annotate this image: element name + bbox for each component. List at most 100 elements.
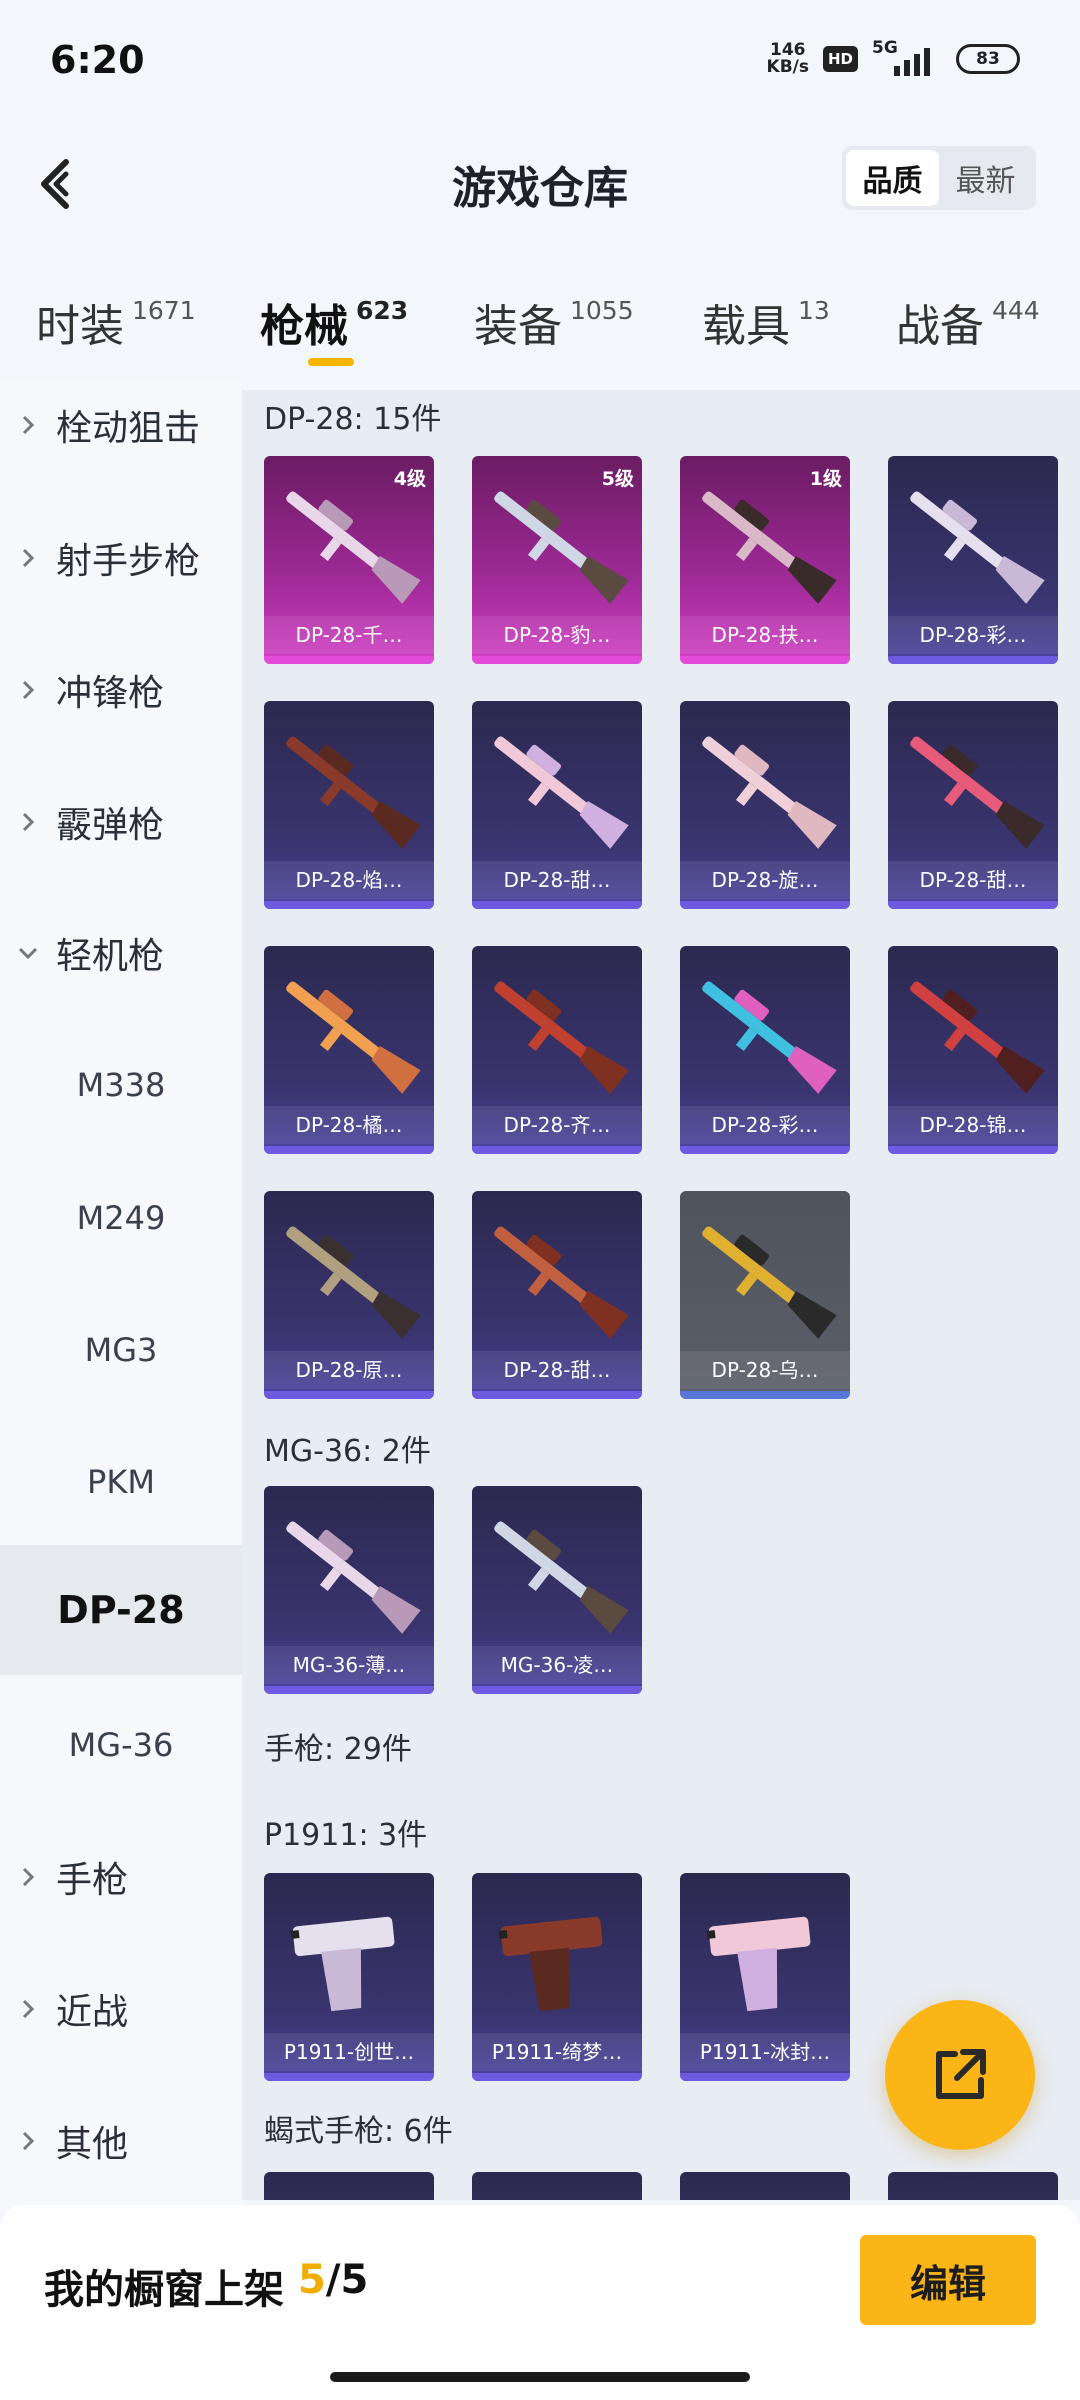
rarity-bar [680,901,850,909]
tab-vehicles[interactable]: 载具 13 [702,290,830,354]
rarity-bar [264,2073,434,2081]
sidebar-item-pistol[interactable]: 手枪 [0,1812,242,1942]
sort-latest-button[interactable]: 最新 [939,150,1032,206]
sidebar-subitem-label: M249 [76,1199,166,1237]
rarity-bar [472,1146,642,1154]
sidebar-item-label: 射手步枪 [56,541,201,582]
item-card[interactable]: 5级 DP-28-豹… [472,456,642,664]
item-card[interactable]: DP-28-齐… [472,946,642,1154]
tab-guns[interactable]: 枪械 623 [260,290,409,366]
sidebar-subitem-label: PKM [87,1463,155,1501]
sidebar-subitem-dp28[interactable]: DP-28 [0,1545,242,1675]
chevron-right-icon [0,2129,56,2153]
sidebar-item-bolt-sniper[interactable]: 栓动狙击 [0,360,242,490]
sidebar-item-lmg[interactable]: 轻机枪 [0,888,242,1018]
rarity-bar [888,656,1058,664]
tab-active-indicator [308,358,354,366]
weapon-image [702,491,837,604]
item-name: DP-28-扶… [680,616,850,654]
sidebar-item-shotgun[interactable]: 霰弹枪 [0,757,242,887]
item-name: DP-28-橘… [264,1106,434,1144]
item-name: DP-28-焰… [264,861,434,899]
sidebar-item-label: 冲锋枪 [56,673,165,714]
sidebar-item-label: 手枪 [56,1860,129,1901]
sidebar-subitem-mg3[interactable]: MG3 [0,1285,242,1415]
item-card[interactable]: DP-28-旋… [680,701,850,909]
item-name: DP-28-旋… [680,861,850,899]
rarity-bar [472,1391,642,1399]
item-name: DP-28-甜… [472,1351,642,1389]
item-card[interactable]: DP-28-彩… [680,946,850,1154]
item-name: DP-28-甜… [888,861,1058,899]
item-card[interactable]: DP-28-甜… [472,701,642,909]
item-card[interactable]: DP-28-乌… [680,1191,850,1399]
weapon-image [286,736,421,849]
tab-count: 1671 [132,296,196,325]
sidebar-subitem-pkm[interactable]: PKM [0,1417,242,1547]
item-card-partial[interactable] [264,2172,434,2200]
category-sidebar: 栓动狙击 射手步枪 冲锋枪 霰弹枪 轻机枪 M338 M249 MG3 PKM … [0,380,242,2210]
weapon-image [290,1916,395,2012]
item-card-partial[interactable] [680,2172,850,2200]
weapon-image [494,1521,629,1634]
tab-count: 623 [356,296,409,325]
weapon-image [286,491,421,604]
sidebar-subitem-m249[interactable]: M249 [0,1153,242,1283]
item-card[interactable]: DP-28-彩… [888,456,1058,664]
edit-button[interactable]: 编辑 [860,2235,1036,2325]
item-card[interactable]: DP-28-甜… [472,1191,642,1399]
tab-count: 1055 [570,296,634,325]
sidebar-item-marksman[interactable]: 射手步枪 [0,493,242,623]
item-card[interactable]: DP-28-橘… [264,946,434,1154]
item-card[interactable]: MG-36-薄… [264,1486,434,1694]
tab-gear[interactable]: 战备 444 [896,290,1040,354]
rarity-bar [680,656,850,664]
item-card[interactable]: DP-28-锦… [888,946,1058,1154]
status-bar: 6:20 146 KB/s HD 5G 83 [0,0,1080,120]
item-level-badge: 1级 [809,468,842,490]
item-card[interactable]: DP-28-焰… [264,701,434,909]
sidebar-item-melee[interactable]: 近战 [0,1944,242,2074]
weapon-image [910,981,1045,1094]
rarity-bar [472,656,642,664]
sidebar-item-other[interactable]: 其他 [0,2076,242,2206]
tab-label: 枪械 [260,301,348,352]
item-card[interactable]: P1911-冰封… [680,1873,850,2081]
item-card-partial[interactable] [888,2172,1058,2200]
item-card[interactable]: MG-36-凌… [472,1486,642,1694]
chevron-right-icon [0,1997,56,2021]
sidebar-subitem-mg36[interactable]: MG-36 [0,1680,242,1810]
section-header-mg36: MG-36: 2件 [264,1434,431,1469]
home-indicator[interactable] [330,2372,750,2382]
sidebar-subitem-label: MG3 [84,1331,158,1369]
item-card-partial[interactable] [472,2172,642,2200]
sidebar-subitem-m338[interactable]: M338 [0,1020,242,1150]
item-card[interactable]: 4级 DP-28-千… [264,456,434,664]
item-card[interactable]: 1级 DP-28-扶… [680,456,850,664]
network-speed-unit: KB/s [766,57,809,77]
item-card[interactable]: P1911-绮梦… [472,1873,642,2081]
item-card[interactable]: DP-28-原… [264,1191,434,1399]
weapon-image [286,1226,421,1339]
item-card[interactable]: P1911-创世… [264,1873,434,2081]
tab-equipment[interactable]: 装备 1055 [474,290,634,354]
sidebar-subitem-label: MG-36 [68,1726,174,1764]
item-card[interactable]: DP-28-甜… [888,701,1058,909]
sort-quality-button[interactable]: 品质 [846,150,939,206]
tab-fashion[interactable]: 时装 1671 [36,290,196,354]
sidebar-item-label: 近战 [56,1992,129,2033]
bottom-bar: 我的橱窗上架 5 /5 编辑 [0,2205,1080,2400]
share-fab-button[interactable] [885,2000,1035,2150]
weapon-image [498,1916,603,2012]
weapon-image [702,1226,837,1339]
rarity-bar [888,1146,1058,1154]
tab-count: 444 [992,296,1040,325]
status-icons: 146 KB/s HD 5G 83 [766,38,1020,77]
rarity-bar [264,656,434,664]
sidebar-item-smg[interactable]: 冲锋枪 [0,625,242,755]
sidebar-subitem-label: M338 [76,1066,166,1104]
sidebar-item-label: 其他 [56,2124,129,2165]
weapon-image [910,736,1045,849]
item-level-badge: 4级 [393,468,426,490]
battery-icon: 83 [956,44,1020,74]
